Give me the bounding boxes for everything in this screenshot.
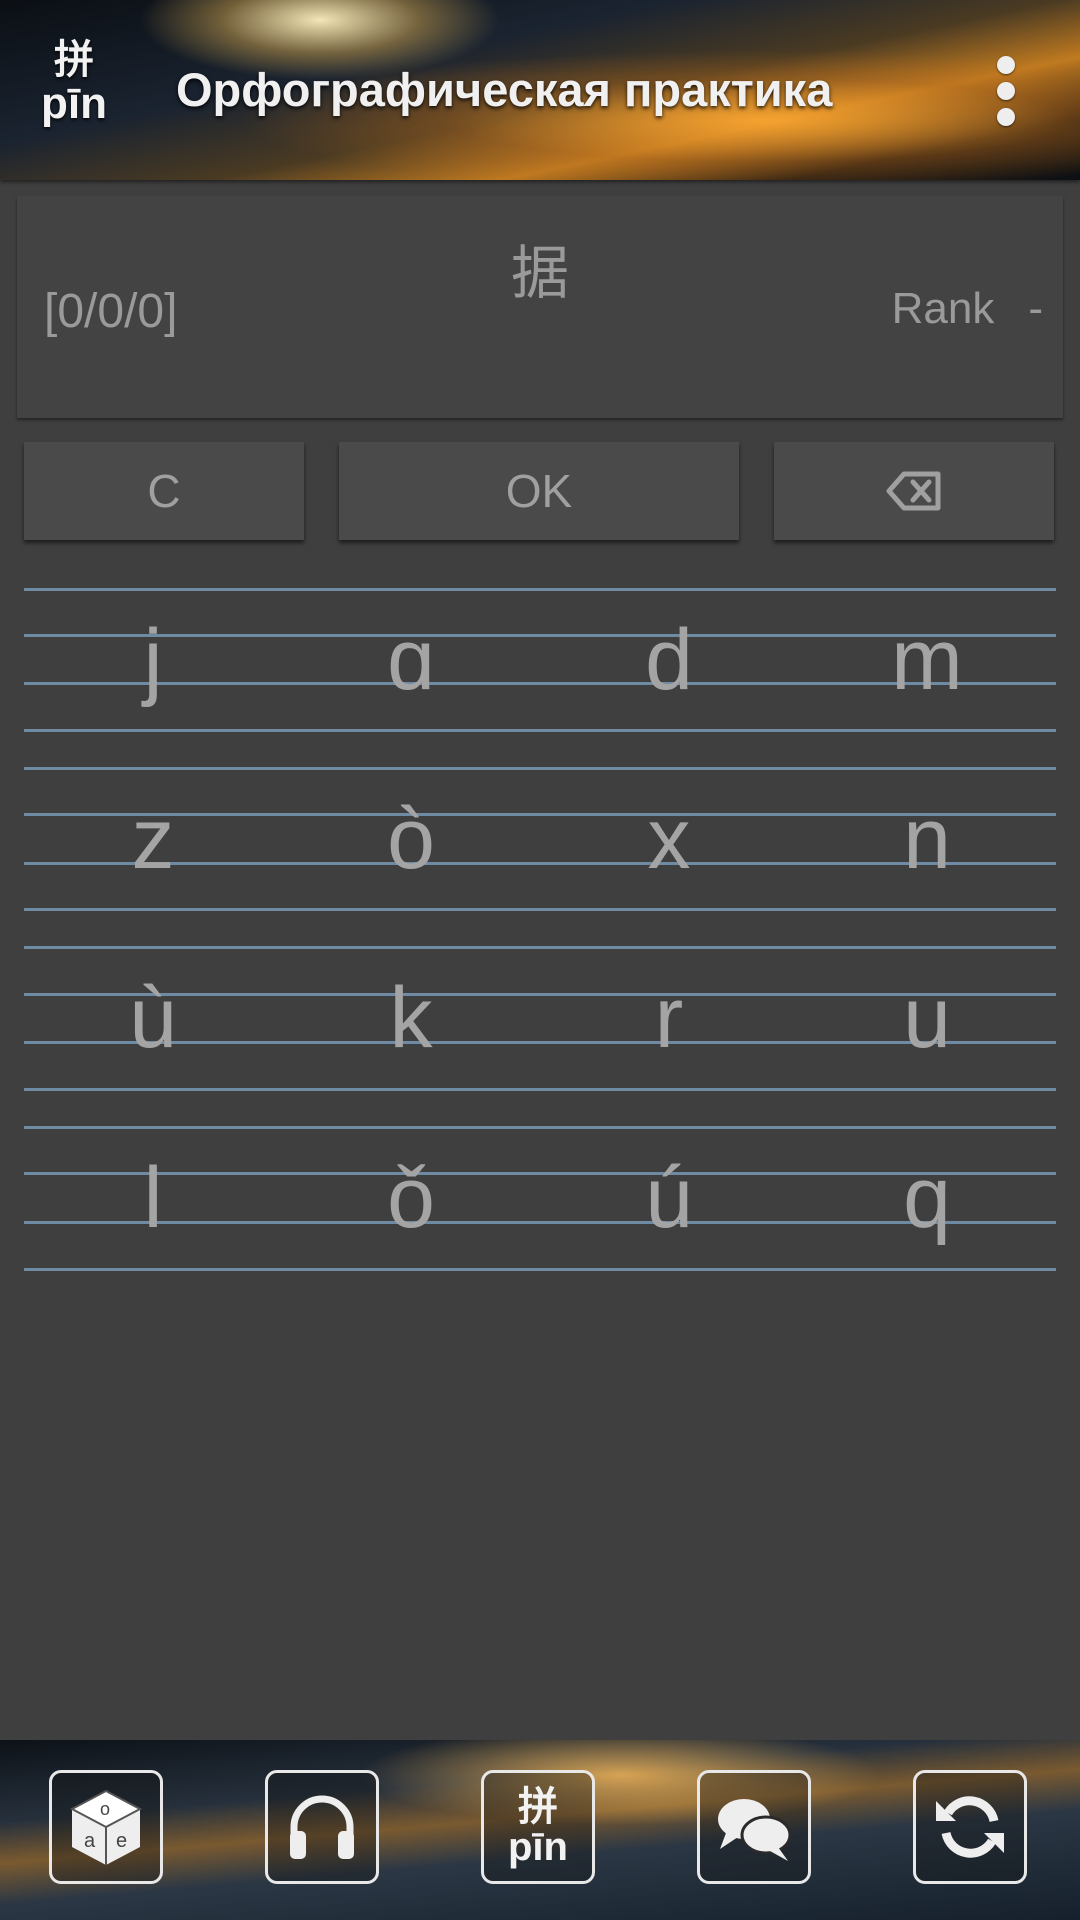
chat-bubbles-icon bbox=[718, 1799, 792, 1861]
key[interactable]: q bbox=[798, 1155, 1056, 1241]
app-header: 拼 pīn Орфографическая практика bbox=[0, 0, 1080, 180]
nav-logo-han: 拼 bbox=[517, 1785, 558, 1829]
staff-line bbox=[24, 588, 1056, 591]
chat-button[interactable] bbox=[697, 1770, 811, 1884]
menu-dot bbox=[997, 56, 1015, 74]
key[interactable]: m bbox=[798, 617, 1056, 703]
dice-icon: o a e bbox=[69, 1789, 143, 1865]
score-counter: [0/0/0] bbox=[44, 285, 178, 338]
listen-button[interactable] bbox=[265, 1770, 379, 1884]
key[interactable]: ò bbox=[282, 796, 540, 882]
staff-line bbox=[24, 946, 1056, 949]
svg-text:a: a bbox=[84, 1830, 96, 1852]
pinyin-keyboard: j ɑ d m z ò x n ù k r u l ǒ ú q bbox=[24, 580, 1056, 1280]
question-card: 据 [0/0/0] Rank - bbox=[17, 196, 1063, 418]
rank-label: Rank bbox=[891, 284, 995, 333]
key[interactable]: j bbox=[24, 617, 282, 703]
staff-line bbox=[24, 1126, 1056, 1129]
key[interactable]: x bbox=[540, 796, 798, 882]
headphones-icon bbox=[290, 1795, 354, 1859]
backspace-button[interactable] bbox=[774, 442, 1054, 540]
key[interactable]: ǒ bbox=[282, 1155, 540, 1241]
menu-dot bbox=[997, 108, 1015, 126]
logo-latin: pīn bbox=[41, 79, 107, 128]
key[interactable]: ù bbox=[24, 975, 282, 1061]
menu-dot bbox=[997, 82, 1015, 100]
key[interactable]: k bbox=[282, 975, 540, 1061]
svg-text:e: e bbox=[116, 1830, 127, 1852]
bottom-navigation: o a e 拼 pīn bbox=[0, 1740, 1080, 1920]
ok-button[interactable]: OK bbox=[339, 442, 739, 540]
svg-text:o: o bbox=[100, 1799, 110, 1819]
pinyin-logo-icon: 拼 pīn bbox=[508, 1787, 568, 1867]
staff-line bbox=[24, 908, 1056, 911]
key[interactable]: r bbox=[540, 975, 798, 1061]
key[interactable]: d bbox=[540, 617, 798, 703]
key[interactable]: u bbox=[798, 975, 1056, 1061]
staff-line bbox=[24, 1268, 1056, 1271]
page-title: Орфографическая практика bbox=[176, 63, 833, 116]
rank-value: - bbox=[1028, 284, 1043, 333]
rank-display: Rank - bbox=[892, 284, 1043, 334]
app-logo[interactable]: 拼 pīn bbox=[32, 40, 116, 140]
nav-logo-latin: pīn bbox=[508, 1825, 568, 1869]
key[interactable]: l bbox=[24, 1155, 282, 1241]
overflow-menu-icon[interactable] bbox=[990, 56, 1022, 126]
staff-line bbox=[24, 767, 1056, 770]
backspace-icon bbox=[886, 471, 941, 511]
clear-button[interactable]: C bbox=[24, 442, 304, 540]
logo-han: 拼 bbox=[54, 38, 94, 82]
key[interactable]: n bbox=[798, 796, 1056, 882]
key[interactable]: z bbox=[24, 796, 282, 882]
key[interactable]: ú bbox=[540, 1155, 798, 1241]
spelling-button[interactable]: 拼 pīn bbox=[481, 1770, 595, 1884]
key[interactable]: ɑ bbox=[282, 617, 540, 703]
refresh-button[interactable] bbox=[913, 1770, 1027, 1884]
random-button[interactable]: o a e bbox=[49, 1770, 163, 1884]
refresh-icon bbox=[936, 1796, 1004, 1858]
staff-line bbox=[24, 729, 1056, 732]
staff-line bbox=[24, 1088, 1056, 1091]
